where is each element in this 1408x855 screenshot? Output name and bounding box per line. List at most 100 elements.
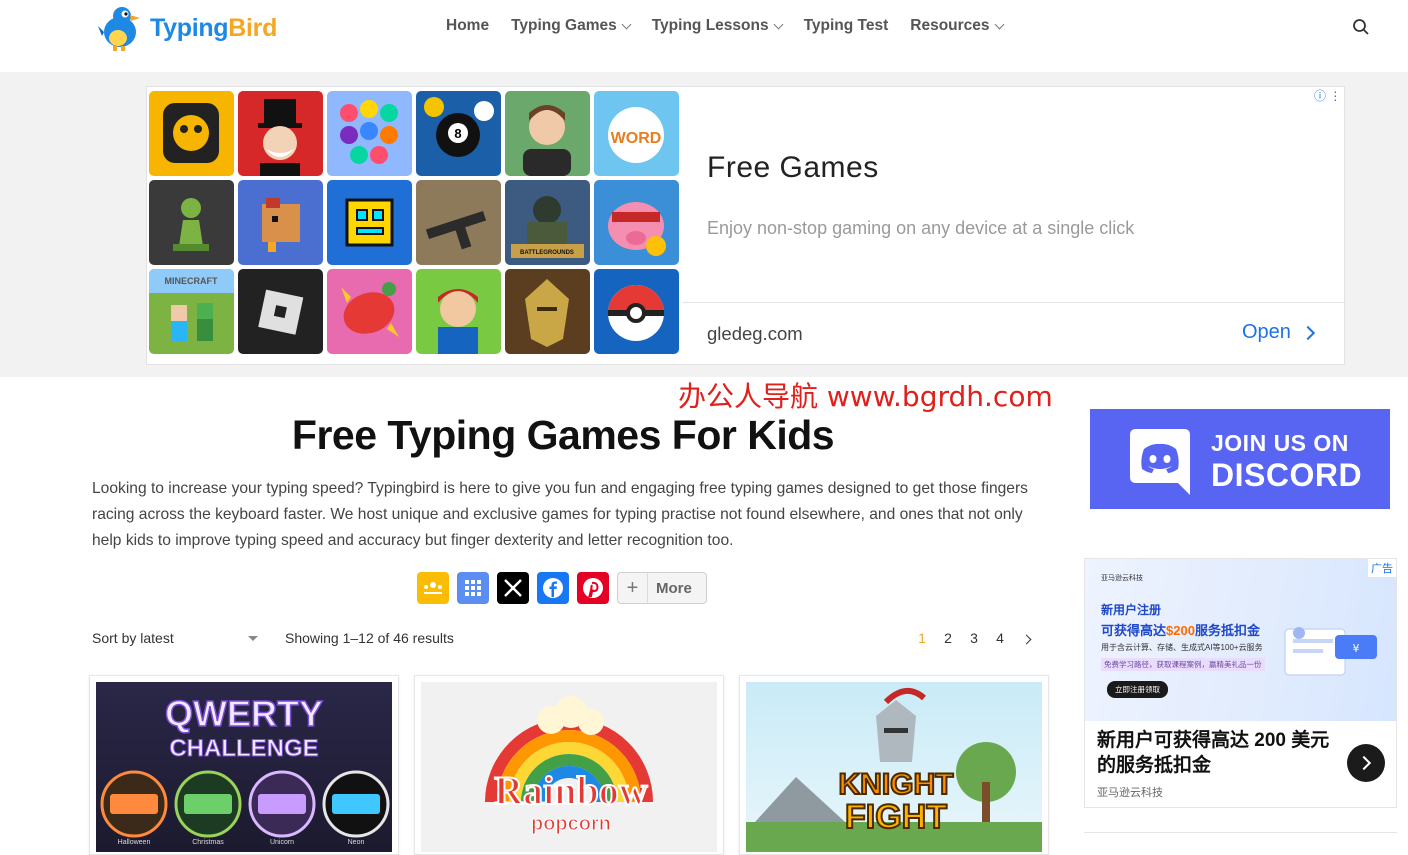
brawl-stars-tile[interactable] <box>149 91 234 176</box>
popcorn-title: popcorn <box>531 813 611 835</box>
pokeball-tile[interactable] <box>594 269 679 354</box>
sidebar-divider <box>1084 832 1397 833</box>
discord-line1: JOIN US ON <box>1211 430 1349 456</box>
apps-grid-button[interactable] <box>457 572 489 604</box>
nav-typing-games[interactable]: Typing Games <box>511 17 632 35</box>
game-thumbnail[interactable]: Rainbow popcorn <box>421 682 717 852</box>
knight-helmet-tile[interactable] <box>505 269 590 354</box>
site-header: TypingBird Home Typing Games Typing Less… <box>0 0 1408 72</box>
ad-domain[interactable]: gledeg.com <box>707 323 803 345</box>
coin-master-tile[interactable] <box>594 180 679 265</box>
pinterest-share-button[interactable] <box>577 572 609 604</box>
sidebar-ad-brand: 亚马逊云科技 <box>1101 575 1143 582</box>
sidebar-ad-line3: 用于含云计算、存储、生成式AI等100+云服务 <box>1101 643 1263 652</box>
svg-text:8: 8 <box>454 126 461 141</box>
pagination: 1 2 3 4 <box>909 630 1039 646</box>
qwerty-title: QWERTY <box>165 693 323 734</box>
sidebar-ad-cta[interactable]: 立即注册领取 <box>1107 681 1168 698</box>
discord-icon <box>1130 429 1190 495</box>
more-share-button[interactable]: + More <box>617 572 707 604</box>
chevron-down-icon <box>994 19 1004 29</box>
sidebar-ad-line1: 新用户注册 <box>1101 603 1162 617</box>
keyboard-label-unicorn: Unicorn <box>270 839 294 846</box>
keyboard-label-halloween: Halloween <box>118 839 151 846</box>
pubg-tile[interactable]: BATTLEGROUNDS <box>505 180 590 265</box>
top-ad[interactable]: 8 WORD BATTLEGROUNDS MINECRAFT ⓘ ⋮ Free … <box>146 86 1346 365</box>
facebook-share-button[interactable] <box>537 572 569 604</box>
ad-title[interactable]: Free Games <box>707 151 879 185</box>
roblox-tile[interactable] <box>238 269 323 354</box>
results-count: Showing 1–12 of 46 results <box>285 630 454 646</box>
geometry-dash-tile[interactable] <box>327 180 412 265</box>
sidebar-ad-headline[interactable]: 新用户可获得高达 200 美元的服务抵扣金 <box>1097 728 1347 778</box>
game-card-rainbow-popcorn[interactable]: Rainbow popcorn <box>414 675 724 855</box>
sort-label: Sort by latest <box>92 630 174 646</box>
intro-text: Looking to increase your typing speed? T… <box>92 480 1028 549</box>
sidebar-ad-line4: 免费学习路径，获取课程案例，赢精美礼品一份 <box>1101 658 1265 671</box>
shooter-tile[interactable] <box>416 180 501 265</box>
nav-typing-test[interactable]: Typing Test <box>804 17 889 35</box>
nav-resources[interactable]: Resources <box>910 17 1004 35</box>
plus-icon: + <box>618 573 648 603</box>
ad-info-icon[interactable]: ⓘ ⋮ <box>1314 87 1341 104</box>
ad-open-button[interactable]: Open <box>1242 321 1316 344</box>
sidebar-ad-line2: 可获得高达$200服务抵扣金 <box>1101 623 1260 638</box>
ad-badge[interactable]: 广告 <box>1368 559 1396 577</box>
candy-crush-tile[interactable] <box>327 269 412 354</box>
8-ball-pool-tile[interactable]: 8 <box>416 91 501 176</box>
sidebar-ad-image[interactable]: 亚马逊云科技 新用户注册 可获得高达$200服务抵扣金 用于含云计算、存储、生成… <box>1085 559 1396 721</box>
ad-text-panel: ⓘ ⋮ Free Games Enjoy non-stop gaming on … <box>682 87 1346 364</box>
game-card-qwerty[interactable]: QWERTY CHALLENGE Halloween Christmas Uni… <box>89 675 399 855</box>
minecraft-tile[interactable]: MINECRAFT <box>149 269 234 354</box>
word-game-tile[interactable]: WORD <box>594 91 679 176</box>
keyboard-label-christmas: Christmas <box>192 839 224 846</box>
page-1[interactable]: 1 <box>909 630 935 646</box>
watermark: 办公人导航 www.bgrdh.com <box>678 380 1053 413</box>
page-3[interactable]: 3 <box>961 630 987 646</box>
search-icon[interactable] <box>1352 18 1370 36</box>
discord-line2: DISCORD <box>1211 457 1363 493</box>
fight-title: FIGHT <box>845 798 947 836</box>
sidebar-ad[interactable]: 亚马逊云科技 新用户注册 可获得高达$200服务抵扣金 用于含云计算、存储、生成… <box>1084 558 1397 808</box>
game-thumbnail[interactable]: QWERTY CHALLENGE Halloween Christmas Uni… <box>96 682 392 852</box>
stardew-tile[interactable] <box>238 180 323 265</box>
site-logo[interactable]: TypingBird <box>96 2 286 54</box>
nav-typing-lessons[interactable]: Typing Lessons <box>652 17 784 35</box>
monopoly-tile[interactable] <box>238 91 323 176</box>
color-sort-tile[interactable] <box>327 91 412 176</box>
game-cards: QWERTY CHALLENGE Halloween Christmas Uni… <box>89 675 1049 855</box>
sidebar-ad-advertiser: 亚马逊云科技 <box>1097 787 1163 799</box>
chevron-right-icon <box>1356 755 1372 771</box>
ad-game-tiles: 8 WORD BATTLEGROUNDS MINECRAFT <box>147 91 680 354</box>
discord-banner[interactable]: JOIN US ON DISCORD <box>1090 409 1390 509</box>
google-classroom-icon <box>424 582 442 594</box>
x-share-button[interactable] <box>497 572 529 604</box>
logo-text: TypingBird <box>150 13 278 42</box>
game-card-knight-fight[interactable]: KNIGHT FIGHT <box>739 675 1049 855</box>
nav-home[interactable]: Home <box>446 17 489 35</box>
ad-divider <box>682 302 1346 303</box>
minecraft-tile-text: MINECRAFT <box>165 276 218 286</box>
challenge-title: CHALLENGE <box>169 735 318 762</box>
page-2[interactable]: 2 <box>935 630 961 646</box>
cloud-illustration-icon: ¥ <box>1284 627 1377 676</box>
word-tile-text: WORD <box>611 130 662 147</box>
page-title: Free Typing Games For Kids <box>291 412 835 458</box>
google-classroom-button[interactable] <box>417 572 449 604</box>
sidebar-ad-next-button[interactable] <box>1347 744 1385 782</box>
x-icon <box>504 579 522 597</box>
more-label: More <box>656 579 692 597</box>
page-4[interactable]: 4 <box>987 630 1013 646</box>
sort-select[interactable]: Sort by latest <box>92 630 262 646</box>
svg-text:¥: ¥ <box>1353 642 1360 655</box>
chess-tile[interactable] <box>149 180 234 265</box>
main-nav: Home Typing Games Typing Lessons Typing … <box>446 17 1004 35</box>
subway-surfers-tile[interactable] <box>416 269 501 354</box>
avatar-tile[interactable] <box>505 91 590 176</box>
game-thumbnail[interactable]: KNIGHT FIGHT <box>746 682 1042 852</box>
knight-title: KNIGHT <box>839 768 954 801</box>
next-page-button[interactable] <box>1013 630 1039 646</box>
pubg-tile-text: BATTLEGROUNDS <box>520 250 574 256</box>
keyboard-label-neon: Neon <box>348 839 365 846</box>
apps-grid-icon <box>465 580 481 596</box>
